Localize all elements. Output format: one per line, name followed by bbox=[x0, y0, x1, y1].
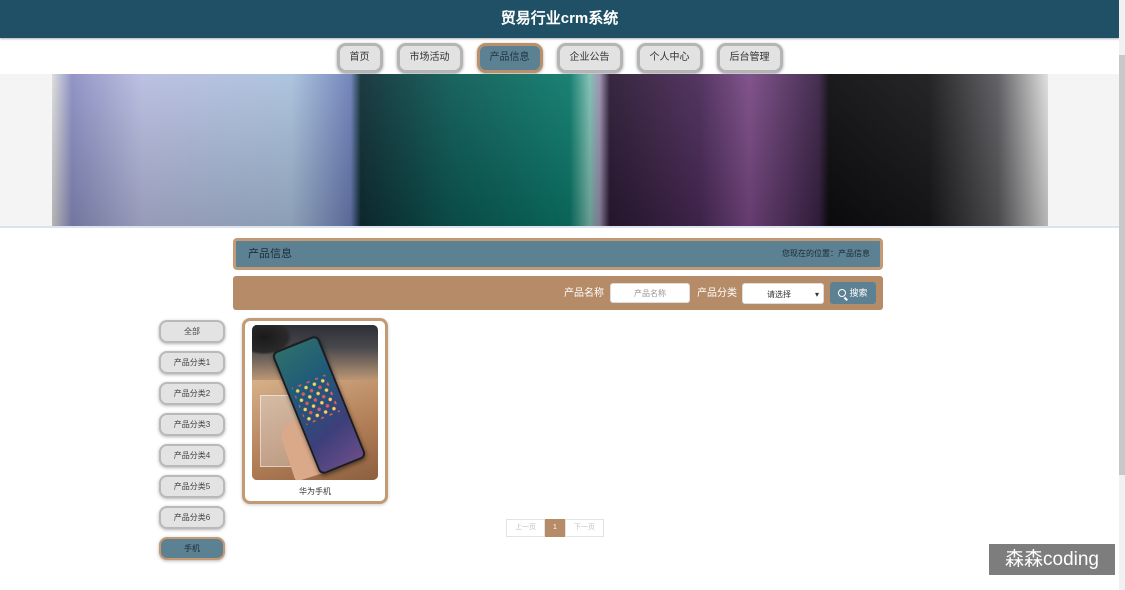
nav-product-info[interactable]: 产品信息 bbox=[476, 43, 543, 73]
section-title: 产品信息 bbox=[248, 248, 292, 260]
product-card[interactable]: 华为手机 bbox=[242, 318, 388, 504]
nav-announcements[interactable]: 企业公告 bbox=[556, 43, 623, 73]
main-nav: 首页 市场活动 产品信息 企业公告 个人中心 后台管理 bbox=[0, 43, 1119, 73]
next-page-button[interactable]: 下一页 bbox=[564, 519, 604, 537]
breadcrumb: 您现在的位置：产品信息 bbox=[782, 249, 870, 258]
pagination: 上一页 1 下一页 bbox=[506, 519, 604, 537]
watermark: 森森coding bbox=[989, 544, 1115, 575]
current-page-button[interactable]: 1 bbox=[545, 519, 565, 537]
category-item-6[interactable]: 产品分类6 bbox=[159, 506, 225, 529]
category-select-value: 请选择 bbox=[767, 290, 791, 299]
search-icon bbox=[838, 289, 847, 297]
category-item-2[interactable]: 产品分类2 bbox=[159, 382, 225, 405]
page-scrollbar[interactable] bbox=[1119, 0, 1125, 590]
position-bar: 产品信息 您现在的位置：产品信息 bbox=[233, 238, 883, 270]
search-bar: 产品名称 产品名称 产品分类 请选择 ▾ 搜索 bbox=[233, 276, 883, 310]
prev-page-button[interactable]: 上一页 bbox=[506, 519, 545, 537]
product-category-select[interactable]: 请选择 ▾ bbox=[742, 283, 824, 304]
nav-admin[interactable]: 后台管理 bbox=[716, 43, 783, 73]
category-item-4[interactable]: 产品分类4 bbox=[159, 444, 225, 467]
nav-market-activity[interactable]: 市场活动 bbox=[396, 43, 463, 73]
category-all[interactable]: 全部 bbox=[159, 320, 225, 343]
product-category-label: 产品分类 bbox=[697, 288, 737, 299]
category-list: 全部 产品分类1 产品分类2 产品分类3 产品分类4 产品分类5 产品分类6 手… bbox=[159, 320, 225, 568]
chevron-down-icon: ▾ bbox=[814, 290, 819, 299]
category-phone[interactable]: 手机 bbox=[159, 537, 225, 560]
banner bbox=[0, 74, 1119, 228]
category-item-5[interactable]: 产品分类5 bbox=[159, 475, 225, 498]
scrollbar-thumb[interactable] bbox=[1119, 55, 1125, 475]
site-title: 贸易行业crm系统 bbox=[500, 10, 619, 27]
product-name-input[interactable]: 产品名称 bbox=[610, 283, 690, 303]
search-button-label: 搜索 bbox=[849, 288, 868, 298]
site-header: 贸易行业crm系统 bbox=[0, 0, 1119, 38]
banner-image[interactable] bbox=[52, 74, 1048, 226]
nav-home[interactable]: 首页 bbox=[336, 43, 383, 73]
category-item-3[interactable]: 产品分类3 bbox=[159, 413, 225, 436]
product-name-label: 产品名称 bbox=[564, 288, 604, 299]
nav-personal-center[interactable]: 个人中心 bbox=[636, 43, 703, 73]
product-image[interactable] bbox=[252, 325, 378, 480]
search-button[interactable]: 搜索 bbox=[830, 282, 876, 304]
category-item-1[interactable]: 产品分类1 bbox=[159, 351, 225, 374]
product-name[interactable]: 华为手机 bbox=[245, 486, 385, 497]
